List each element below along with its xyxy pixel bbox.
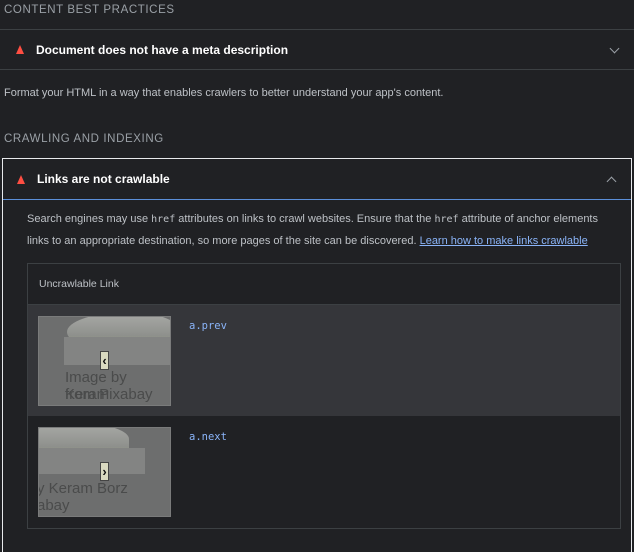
image-shelf [39, 448, 145, 474]
audit-meta-description[interactable]: Document does not have a meta descriptio… [0, 29, 634, 70]
details-table: Uncrawlable Link ‹ Image by Keram from P… [27, 263, 621, 529]
audit-header-links-not-crawlable[interactable]: Links are not crawlable [3, 159, 631, 200]
audit-title: Document does not have a meta descriptio… [36, 42, 289, 57]
audit-title: Links are not crawlable [37, 172, 170, 186]
node-selector: a.next [189, 431, 227, 443]
fail-triangle-icon [16, 45, 24, 54]
section-title-crawling-indexing: CRAWLING AND INDEXING [4, 133, 164, 145]
element-screenshot-thumbnail: ‹ Image by Keram from Pixabay [38, 316, 171, 406]
desc-text: attributes on links to crawl websites. E… [175, 213, 435, 225]
chevron-down-icon[interactable] [609, 43, 620, 54]
desc-code: href [434, 214, 459, 225]
element-screenshot-thumbnail: › y Keram Borz abay [38, 427, 171, 517]
audit-description: Search engines may use href attributes o… [27, 209, 617, 252]
group-description: Format your HTML in a way that enables c… [4, 87, 444, 99]
node-selector: a.prev [189, 320, 227, 332]
desc-text: Search engines may use [27, 213, 152, 225]
image-shelf [64, 337, 170, 365]
learn-more-link[interactable]: Learn how to make links crawlable [420, 235, 588, 247]
prev-arrow-icon: ‹ [100, 351, 109, 370]
watermark-line: from Pixabay [65, 386, 153, 403]
desc-code: href [151, 214, 176, 225]
fail-triangle-icon [17, 174, 25, 184]
table-row: ‹ Image by Keram from Pixabay a.prev [28, 305, 620, 416]
section-title-content-best-practices: CONTENT BEST PRACTICES [4, 4, 175, 16]
table-header: Uncrawlable Link [28, 264, 620, 305]
audit-links-not-crawlable: Links are not crawlable Search engines m… [2, 158, 632, 552]
next-arrow-icon: › [100, 462, 109, 481]
chevron-up-icon[interactable] [606, 176, 617, 187]
table-row: › y Keram Borz abay a.next [28, 416, 620, 527]
watermark-line: y Keram Borz [38, 480, 128, 497]
watermark-line: abay [38, 497, 70, 514]
